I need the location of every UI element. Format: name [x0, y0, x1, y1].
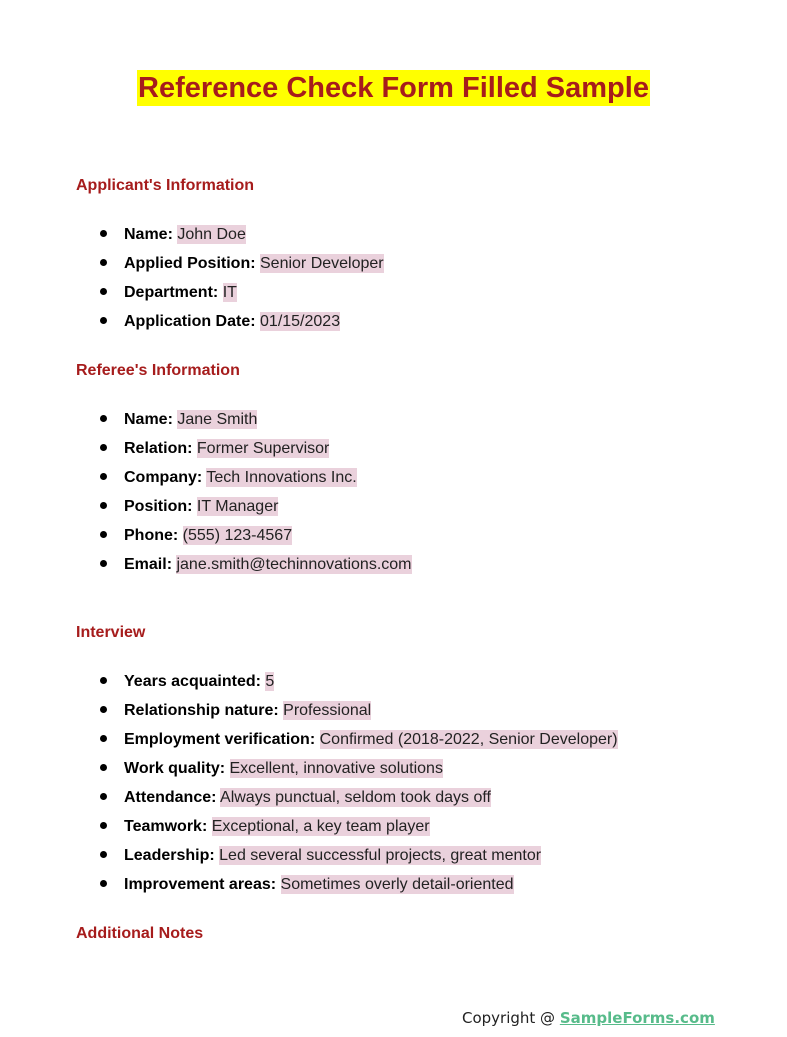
- bullet-icon: [100, 880, 107, 887]
- bullet-icon: [100, 531, 107, 538]
- field-value: Confirmed (2018-2022, Senior Developer): [319, 730, 618, 749]
- list-item: Name: John Doe: [100, 225, 384, 254]
- field-value: IT: [222, 283, 237, 302]
- field-label: Relationship nature:: [124, 702, 279, 719]
- field-label: Company:: [124, 469, 203, 486]
- field-label: Department:: [124, 284, 219, 301]
- field-label: Relation:: [124, 440, 193, 457]
- bullet-icon: [100, 706, 107, 713]
- field-value: Exceptional, a key team player: [211, 817, 430, 836]
- field-value: Senior Developer: [260, 254, 384, 273]
- list-item: Phone: (555) 123-4567: [100, 526, 412, 555]
- referee-list: Name: Jane Smith Relation: Former Supervi…: [100, 410, 412, 584]
- list-item: Teamwork: Exceptional, a key team player: [100, 817, 618, 846]
- bullet-icon: [100, 444, 107, 451]
- field-value: John Doe: [177, 225, 246, 244]
- field-label: Attendance:: [124, 789, 217, 806]
- field-value: IT Manager: [196, 497, 279, 516]
- field-label: Phone:: [124, 527, 179, 544]
- list-item: Relationship nature: Professional: [100, 701, 618, 730]
- field-label: Application Date:: [124, 313, 256, 330]
- list-item: Relation: Former Supervisor: [100, 439, 412, 468]
- title-wrapper: Reference Check Form Filled Sample: [0, 70, 787, 106]
- bullet-icon: [100, 502, 107, 509]
- list-item: Years acquainted: 5: [100, 672, 618, 701]
- bullet-icon: [100, 473, 107, 480]
- interview-list: Years acquainted: 5 Relationship nature: …: [100, 672, 618, 904]
- list-item: Applied Position: Senior Developer: [100, 254, 384, 283]
- list-item: Position: IT Manager: [100, 497, 412, 526]
- field-value: Tech Innovations Inc.: [206, 468, 357, 487]
- list-item: Name: Jane Smith: [100, 410, 412, 439]
- sampleforms-link[interactable]: SampleForms.com: [560, 1009, 715, 1027]
- field-value: 5: [265, 672, 275, 691]
- field-label: Leadership:: [124, 847, 215, 864]
- referee-heading: Referee's Information: [76, 362, 240, 379]
- field-value: Led several successful projects, great m…: [219, 846, 542, 865]
- field-value: Former Supervisor: [196, 439, 330, 458]
- list-item: Improvement areas: Sometimes overly deta…: [100, 875, 618, 904]
- field-label: Work quality:: [124, 760, 226, 777]
- list-item: Application Date: 01/15/2023: [100, 312, 384, 341]
- list-item: Email: jane.smith@techinnovations.com: [100, 555, 412, 584]
- field-value: Professional: [283, 701, 372, 720]
- bullet-icon: [100, 822, 107, 829]
- field-value: (555) 123-4567: [182, 526, 293, 545]
- copyright-text: Copyright @: [462, 1009, 560, 1027]
- field-value: Excellent, innovative solutions: [229, 759, 443, 778]
- field-value: 01/15/2023: [260, 312, 341, 331]
- field-label: Position:: [124, 498, 193, 515]
- field-value: Always punctual, seldom took days off: [220, 788, 491, 807]
- field-label: Teamwork:: [124, 818, 208, 835]
- bullet-icon: [100, 851, 107, 858]
- list-item: Leadership: Led several successful proje…: [100, 846, 618, 875]
- field-value: Sometimes overly detail-oriented: [280, 875, 514, 894]
- field-label: Employment verification:: [124, 731, 316, 748]
- field-label: Name:: [124, 411, 173, 428]
- bullet-icon: [100, 677, 107, 684]
- bullet-icon: [100, 415, 107, 422]
- bullet-icon: [100, 259, 107, 266]
- bullet-icon: [100, 735, 107, 742]
- field-label: Name:: [124, 226, 173, 243]
- field-label: Years acquainted:: [124, 673, 261, 690]
- footer: Copyright @ SampleForms.com: [462, 1009, 715, 1027]
- interview-heading: Interview: [76, 624, 146, 641]
- bullet-icon: [100, 560, 107, 567]
- field-label: Applied Position:: [124, 255, 256, 272]
- field-value: Jane Smith: [177, 410, 258, 429]
- bullet-icon: [100, 230, 107, 237]
- field-value: jane.smith@techinnovations.com: [176, 555, 412, 574]
- list-item: Work quality: Excellent, innovative solu…: [100, 759, 618, 788]
- applicant-list: Name: John Doe Applied Position: Senior D…: [100, 225, 384, 341]
- list-item: Department: IT: [100, 283, 384, 312]
- applicant-heading: Applicant's Information: [76, 177, 255, 194]
- list-item: Employment verification: Confirmed (2018…: [100, 730, 618, 759]
- page-title: Reference Check Form Filled Sample: [137, 70, 650, 106]
- bullet-icon: [100, 793, 107, 800]
- list-item: Attendance: Always punctual, seldom took…: [100, 788, 618, 817]
- field-label: Improvement areas:: [124, 876, 277, 893]
- bullet-icon: [100, 317, 107, 324]
- bullet-icon: [100, 764, 107, 771]
- field-label: Email:: [124, 556, 173, 573]
- bullet-icon: [100, 288, 107, 295]
- list-item: Company: Tech Innovations Inc.: [100, 468, 412, 497]
- additional-notes-heading: Additional Notes: [76, 925, 204, 942]
